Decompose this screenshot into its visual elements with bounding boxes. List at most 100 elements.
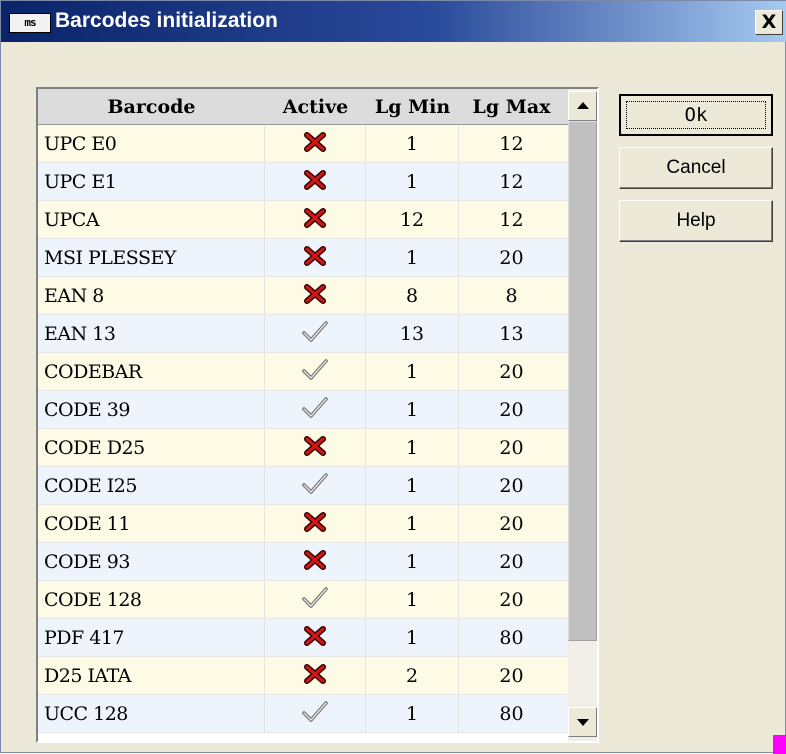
barcode-name-cell[interactable]: CODE 39 [38,391,265,429]
barcode-name-cell[interactable]: CODEBAR [38,353,265,391]
active-cell[interactable] [265,657,366,695]
scroll-down-button[interactable] [568,707,597,737]
help-button[interactable]: Help [619,200,773,242]
column-header-barcode[interactable]: Barcode [38,89,265,125]
lg-max-cell[interactable]: 20 [459,657,564,695]
lg-max-cell[interactable]: 12 [459,163,564,201]
active-cell[interactable] [265,695,366,733]
table-row[interactable]: UPC E0 1 12 [38,125,568,163]
scroll-up-button[interactable] [568,91,597,121]
barcode-name-cell[interactable]: CODE D25 [38,429,265,467]
lg-min-cell[interactable]: 1 [366,391,459,429]
table-row[interactable]: MSI PLESSEY 1 20 [38,239,568,277]
column-header-lg-min[interactable]: Lg Min [366,89,459,125]
active-cell[interactable] [265,619,366,657]
barcode-name-cell[interactable]: EAN 13 [38,315,265,353]
cancel-button[interactable]: Cancel [619,147,773,189]
barcode-name-cell[interactable]: EAN 8 [38,277,265,315]
lg-min-cell[interactable]: 1 [366,163,459,201]
cross-icon [304,208,326,231]
lg-max-cell[interactable]: 12 [459,201,564,239]
table-row[interactable]: CODE 93 1 20 [38,543,568,581]
active-cell[interactable] [265,277,366,315]
active-cell[interactable] [265,429,366,467]
lg-min-cell[interactable]: 1 [366,353,459,391]
lg-max-cell[interactable]: 80 [459,619,564,657]
barcode-name-cell[interactable]: UPC E0 [38,125,265,163]
lg-max-cell[interactable]: 13 [459,315,564,353]
table-row[interactable]: D25 IATA 2 20 [38,657,568,695]
active-cell[interactable] [265,239,366,277]
table-row[interactable]: EAN 8 88 [38,277,568,315]
resize-grip[interactable] [773,735,786,754]
active-cell[interactable] [265,315,366,353]
barcode-name-cell[interactable]: UPCA [38,201,265,239]
table-row[interactable]: CODE 39 1 20 [38,391,568,429]
lg-min-cell[interactable]: 1 [366,467,459,505]
lg-max-cell[interactable]: 20 [459,505,564,543]
active-cell[interactable] [265,467,366,505]
barcode-name-cell[interactable]: CODE 93 [38,543,265,581]
active-cell[interactable] [265,581,366,619]
barcode-name-cell[interactable]: CODE I25 [38,467,265,505]
barcode-name-cell[interactable]: PDF 417 [38,619,265,657]
barcode-name-cell[interactable]: MSI PLESSEY [38,239,265,277]
lg-max-cell[interactable]: 20 [459,429,564,467]
barcode-name-cell[interactable]: CODE 11 [38,505,265,543]
cross-icon [304,550,326,573]
lg-max-cell[interactable]: 20 [459,467,564,505]
check-icon [302,701,328,725]
lg-max-cell[interactable]: 80 [459,695,564,733]
active-cell[interactable] [265,353,366,391]
lg-min-cell[interactable]: 1 [366,429,459,467]
lg-min-cell[interactable]: 13 [366,315,459,353]
active-cell[interactable] [265,543,366,581]
lg-min-cell[interactable]: 8 [366,277,459,315]
table-row[interactable]: CODE D25 1 20 [38,429,568,467]
table-row[interactable]: CODEBAR 1 20 [38,353,568,391]
lg-min-cell[interactable]: 1 [366,125,459,163]
scroll-thumb[interactable] [568,121,597,641]
active-cell[interactable] [265,125,366,163]
column-header-lg-max[interactable]: Lg Max [459,89,564,125]
barcode-name-cell[interactable]: D25 IATA [38,657,265,695]
lg-min-cell[interactable]: 1 [366,505,459,543]
table-row[interactable]: UPCA 12 12 [38,201,568,239]
table-row[interactable]: EAN 13 13 13 [38,315,568,353]
active-cell[interactable] [265,505,366,543]
lg-max-cell[interactable]: 20 [459,391,564,429]
table-row[interactable]: CODE 128 1 20 [38,581,568,619]
lg-max-cell[interactable]: 20 [459,353,564,391]
barcode-name-cell[interactable]: CODE 128 [38,581,265,619]
active-cell[interactable] [265,391,366,429]
lg-min-cell[interactable]: 1 [366,239,459,277]
table-row[interactable]: CODE I25 1 20 [38,467,568,505]
barcode-grid[interactable]: Barcode Active Lg Min Lg Max UPC E0 1 12 UP… [36,87,599,743]
lg-max-cell[interactable]: 20 [459,239,564,277]
lg-min-cell[interactable]: 1 [366,581,459,619]
lg-max-cell[interactable]: 20 [459,581,564,619]
arrow-up-icon [577,102,589,109]
title-bar[interactable]: ms Barcodes initialization X [1,1,786,42]
table-row[interactable]: CODE 11 1 20 [38,505,568,543]
table-row[interactable]: PDF 417 1 80 [38,619,568,657]
active-cell[interactable] [265,163,366,201]
lg-min-cell[interactable]: 2 [366,657,459,695]
lg-max-cell[interactable]: 20 [459,543,564,581]
lg-min-cell[interactable]: 1 [366,543,459,581]
table-row[interactable]: UPC E1 1 12 [38,163,568,201]
close-button[interactable]: X [755,10,783,35]
lg-max-cell[interactable]: 8 [459,277,564,315]
lg-min-cell[interactable]: 1 [366,695,459,733]
lg-min-cell[interactable]: 1 [366,619,459,657]
column-header-active[interactable]: Active [265,89,366,125]
ok-button-label: Ok [684,104,708,126]
ok-button[interactable]: Ok [619,94,773,136]
lg-max-cell[interactable]: 12 [459,125,564,163]
vertical-scrollbar[interactable] [568,89,597,741]
barcode-name-cell[interactable]: UCC 128 [38,695,265,733]
active-cell[interactable] [265,201,366,239]
lg-min-cell[interactable]: 12 [366,201,459,239]
barcode-name-cell[interactable]: UPC E1 [38,163,265,201]
table-row[interactable]: UCC 128 1 80 [38,695,568,733]
